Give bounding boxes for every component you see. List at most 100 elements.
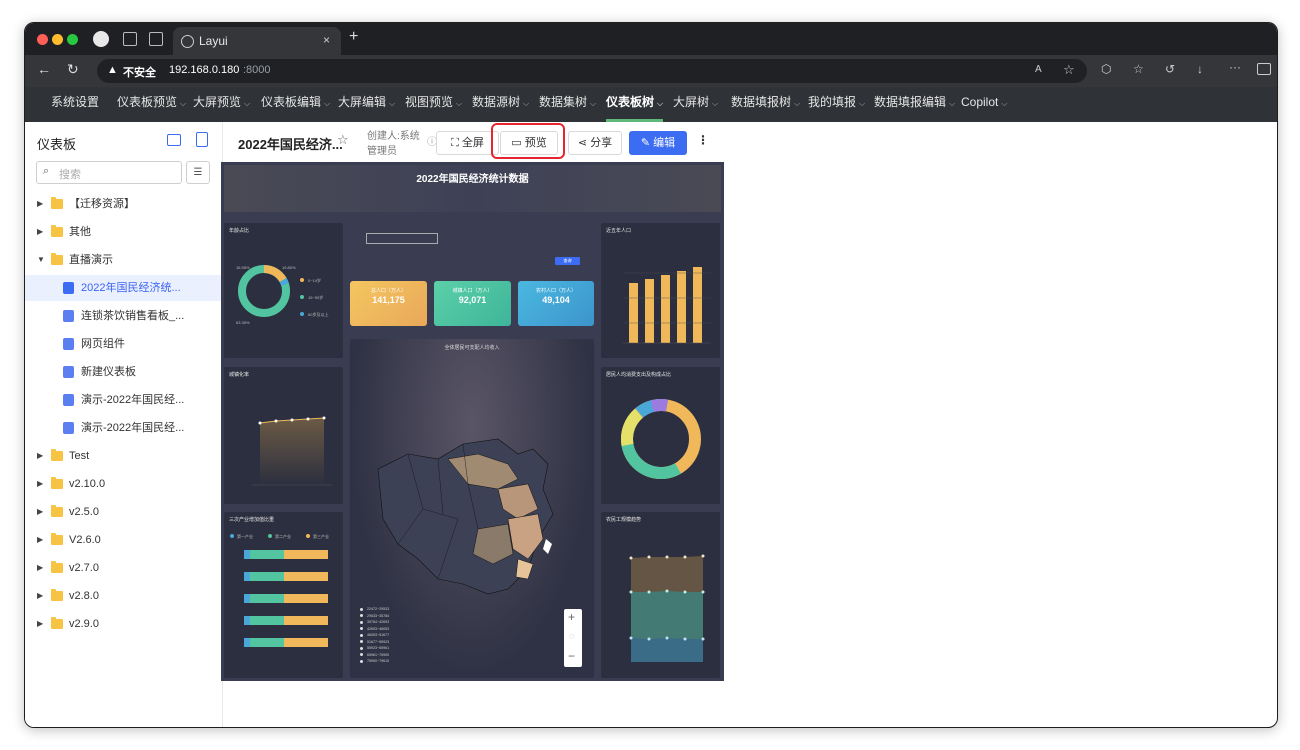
nav-item-4[interactable]: 仪表板编辑 ⌵ [261, 87, 330, 122]
caret-right-icon[interactable]: ▶ [37, 583, 43, 609]
tree-folder[interactable]: ▶ v2.5.0 [25, 499, 222, 525]
tree-folder[interactable]: ▶ v2.9.0 [25, 611, 222, 637]
chevron-down-icon: ⌵ [389, 99, 396, 108]
nav-item-3[interactable]: 大屏预览 ⌵ [193, 87, 250, 122]
maximize-window-button[interactable] [67, 34, 78, 45]
tree-dashboard[interactable]: 演示-2022年国民经... [25, 415, 222, 441]
tree-dashboard[interactable]: 新建仪表板 [25, 359, 222, 385]
share-icon: ⋖ [577, 137, 588, 149]
query-button[interactable]: 查询 [555, 257, 580, 265]
tree-folder[interactable]: ▶ Test [25, 443, 222, 469]
not-secure-label: 不安全 [123, 67, 156, 79]
industry-legend-3: 第三产业 [313, 534, 329, 539]
favorites-icon[interactable]: ☆ [1133, 62, 1144, 76]
legend-dot [360, 659, 363, 663]
nav-item-2[interactable]: 仪表板预览 ⌵ [117, 87, 186, 122]
map-legend-item: 65961~75900 [360, 653, 389, 657]
preview-button[interactable]: ▭ 预览 [500, 131, 558, 155]
profile-avatar[interactable] [93, 31, 109, 47]
tab-layui[interactable]: Layui × [173, 27, 341, 55]
tab-actions-icon[interactable] [149, 32, 163, 46]
age-donut [238, 265, 290, 317]
nav-item-13[interactable]: 数据填报编辑 ⌵ [874, 87, 955, 122]
nav-item-12[interactable]: 我的填报 ⌵ [808, 87, 865, 122]
tree-folder[interactable]: ▶ 【迁移资源】 [25, 191, 222, 217]
search-input[interactable]: ⌕ 搜索 [36, 161, 182, 184]
chevron-down-icon: ⌵ [523, 99, 530, 108]
caret-right-icon[interactable]: ▶ [37, 555, 43, 581]
nav-item-10[interactable]: 大屏树 ⌵ [673, 87, 718, 122]
tree-dashboard[interactable]: 2022年国民经济统... [25, 275, 222, 301]
history-icon[interactable]: ↺ [1165, 62, 1175, 76]
tree-dashboard[interactable]: 网页组件 [25, 331, 222, 357]
nav-item-6[interactable]: 视图预览 ⌵ [405, 87, 462, 122]
tree-dashboard[interactable]: 连锁茶饮销售看板_... [25, 303, 222, 329]
caret-right-icon[interactable]: ▶ [37, 471, 43, 497]
chevron-down-icon: ⌵ [949, 99, 956, 108]
new-dashboard-icon[interactable] [196, 132, 208, 147]
industry-bar-segment [284, 616, 328, 625]
more-icon[interactable]: ··· [1229, 60, 1241, 74]
new-tab-icon[interactable]: + [349, 28, 358, 46]
reload-icon[interactable]: ↻ [67, 61, 79, 78]
caret-right-icon[interactable]: ▶ [37, 499, 43, 525]
tree-item-label: v2.10.0 [69, 478, 106, 490]
legend-dot [360, 653, 363, 657]
tab-title: Layui [199, 34, 228, 48]
filter-select[interactable] [366, 233, 438, 244]
caret-right-icon[interactable]: ▶ [37, 443, 43, 469]
back-icon[interactable]: ← [37, 61, 51, 77]
nav-item-7[interactable]: 数据源树 ⌵ [472, 87, 529, 122]
extensions-icon[interactable]: ⬡ [1101, 62, 1111, 76]
zoom-out-button[interactable]: − [568, 649, 575, 663]
close-window-button[interactable] [37, 34, 48, 45]
tree-folder[interactable]: ▶ V2.6.0 [25, 527, 222, 553]
caret-right-icon[interactable]: ▶ [37, 219, 43, 245]
china-map[interactable] [368, 419, 568, 619]
tree-folder[interactable]: ▼ 直播演示 [25, 247, 222, 273]
nav-item-5[interactable]: 大屏编辑 ⌵ [338, 87, 395, 122]
favorite-star-icon[interactable]: ☆ [1063, 62, 1075, 78]
share-button[interactable]: ⋖ 分享 [568, 131, 622, 155]
workspaces-icon[interactable] [123, 32, 137, 46]
caret-right-icon[interactable]: ▶ [37, 191, 43, 217]
nav-item-8[interactable]: 数据集树 ⌵ [539, 87, 596, 122]
caret-right-icon[interactable]: ▶ [37, 611, 43, 637]
tree-dashboard[interactable]: 演示-2022年国民经... [25, 387, 222, 413]
url-host: 192.168.0.180 [169, 64, 240, 76]
reset-map-icon[interactable]: ◌ [569, 631, 574, 641]
tree-folder[interactable]: ▶ 其他 [25, 219, 222, 245]
nav-item-14[interactable]: Copilot ⌵ [961, 87, 1007, 122]
tree-folder[interactable]: ▶ v2.7.0 [25, 555, 222, 581]
creator-line-1: 创建人:系统 [367, 131, 420, 142]
industry-bar-segment [244, 550, 250, 559]
close-tab-icon[interactable]: × [323, 33, 330, 47]
fullscreen-button[interactable]: ⛶ 全屏 [436, 131, 499, 155]
industry-bars [244, 550, 328, 647]
legend-dot [360, 627, 363, 631]
map-title: 全体居民可支配人均收入 [444, 345, 500, 351]
nav-item-9[interactable]: 仪表板树 ⌵ [606, 87, 664, 122]
legend-dot [360, 620, 363, 624]
migrant-chart [629, 554, 705, 662]
dashboard-icon [63, 282, 74, 294]
url-port: :8000 [243, 64, 271, 76]
caret-down-icon[interactable]: ▼ [37, 247, 45, 273]
tree-folder[interactable]: ▶ v2.10.0 [25, 471, 222, 497]
tree-folder[interactable]: ▶ v2.8.0 [25, 583, 222, 609]
more-vertical-icon[interactable]: ⋮ [697, 133, 709, 147]
nav-item-1[interactable]: 系统设置 [51, 87, 99, 122]
edit-button[interactable]: ✎ 编辑 [629, 131, 687, 155]
sidebar-toggle-icon[interactable] [1257, 63, 1271, 75]
downloads-icon[interactable]: ↓ [1197, 62, 1203, 76]
url-field[interactable]: ▲ 不安全 192.168.0.180 :8000 A ☆ [97, 59, 1087, 83]
new-folder-icon[interactable] [167, 134, 181, 146]
sort-icon[interactable]: ☰ [186, 161, 210, 184]
nav-item-11[interactable]: 数据填报树 ⌵ [731, 87, 800, 122]
minimize-window-button[interactable] [52, 34, 63, 45]
favorite-star-icon[interactable]: ☆ [337, 132, 349, 148]
read-aloud-icon[interactable]: A [1035, 64, 1042, 75]
zoom-in-button[interactable]: + [568, 610, 575, 624]
industry-bar-segment [284, 638, 328, 647]
caret-right-icon[interactable]: ▶ [37, 527, 43, 553]
